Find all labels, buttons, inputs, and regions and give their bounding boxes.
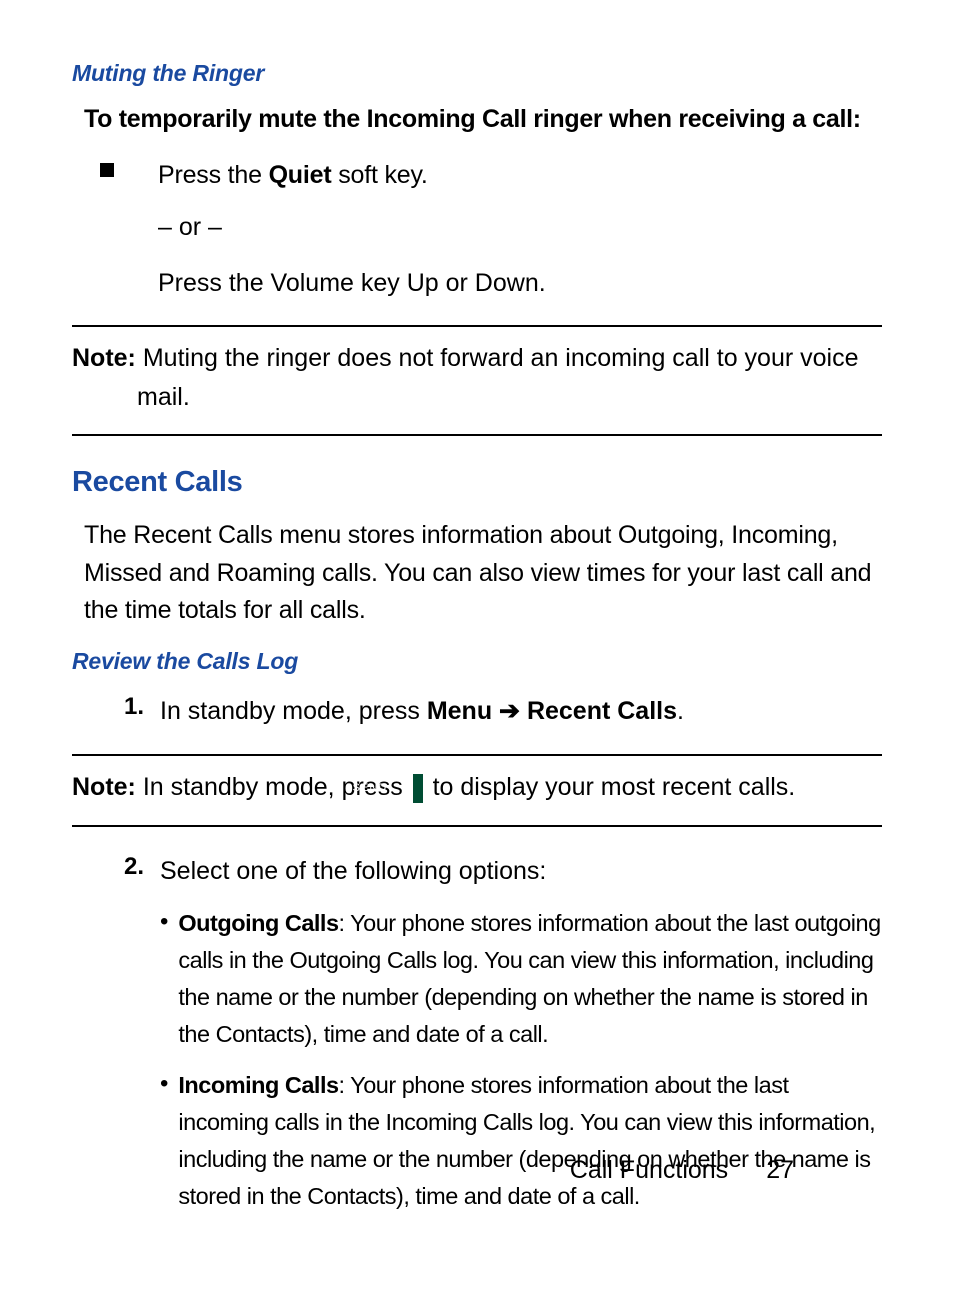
bullet-dot-icon: • <box>160 905 168 940</box>
option-text: Incoming Calls: Your phone stores inform… <box>178 1067 882 1216</box>
step-body: In standby mode, press Menu ➔ Recent Cal… <box>160 693 684 731</box>
option-incoming: • Incoming Calls: Your phone stores info… <box>160 1067 882 1216</box>
divider <box>72 825 882 827</box>
incoming-label: Incoming Calls <box>178 1072 338 1098</box>
or-line: – or – <box>158 207 882 247</box>
review-log-subhead: Review the Calls Log <box>72 648 882 675</box>
bullet-line1: Press the Quiet soft key. <box>158 156 428 195</box>
text: . <box>677 697 684 725</box>
step-number: 1. <box>100 693 144 721</box>
muting-ringer-subhead: Muting the Ringer <box>72 60 882 87</box>
note-label: Note: <box>72 344 136 372</box>
page-footer: Call Functions 27 <box>570 1156 794 1185</box>
square-bullet-icon <box>100 163 114 177</box>
page-number: 27 <box>766 1156 794 1184</box>
note-text: Muting the ringer does not forward an in… <box>136 344 859 411</box>
bullet-dot-icon: • <box>160 1067 168 1102</box>
option-text: Outgoing Calls: Your phone stores inform… <box>178 905 882 1054</box>
quiet-bold: Quiet <box>269 161 332 189</box>
chapter-name: Call Functions <box>570 1156 728 1184</box>
send-key-icon: SEND <box>413 774 423 803</box>
step-2: 2. Select one of the following options: <box>100 853 882 891</box>
note-label: Note: <box>72 773 136 801</box>
note-mute: Note: Muting the ringer does not forward… <box>72 339 882 417</box>
text: soft key. <box>331 161 427 189</box>
step-body: Select one of the following options: <box>160 853 546 891</box>
arrow-icon: ➔ <box>492 697 527 725</box>
text: In standby mode, press <box>160 697 427 725</box>
menu-bold: Menu <box>427 697 492 725</box>
divider <box>72 325 882 327</box>
bullet-item: Press the Quiet soft key. <box>100 156 882 195</box>
muting-lead: To temporarily mute the Incoming Call ri… <box>84 105 882 134</box>
divider <box>72 434 882 436</box>
step-1: 1. In standby mode, press Menu ➔ Recent … <box>100 693 882 731</box>
recent-calls-para: The Recent Calls menu stores information… <box>84 517 882 630</box>
text: to display your most recent calls. <box>426 773 796 801</box>
step-number: 2. <box>100 853 144 881</box>
text: Press the <box>158 161 269 189</box>
note-send: Note: In standby mode, press SEND to dis… <box>72 768 882 807</box>
outgoing-label: Outgoing Calls <box>178 910 338 936</box>
option-outgoing: • Outgoing Calls: Your phone stores info… <box>160 905 882 1054</box>
recent-calls-bold: Recent Calls <box>527 697 677 725</box>
volume-line: Press the Volume key Up or Down. <box>158 263 882 303</box>
divider <box>72 754 882 756</box>
recent-calls-head: Recent Calls <box>72 466 882 499</box>
